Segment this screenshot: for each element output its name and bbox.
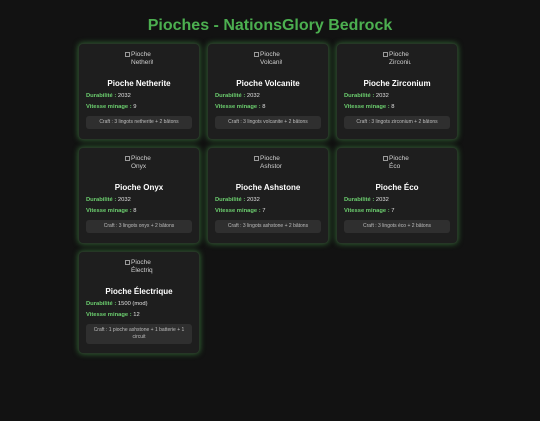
durability-row: Durabilité : 2032	[215, 197, 260, 203]
durability-row: Durabilité : 2032	[86, 93, 131, 99]
speed-row: Vitesse minage : 8	[86, 208, 137, 214]
broken-image: Pioche Électrique	[125, 259, 153, 283]
card-name: Pioche Netherite	[107, 79, 171, 88]
craft-recipe: Craft : 3 lingots ashstone + 2 bâtons	[215, 220, 321, 233]
speed-row: Vitesse minage : 9	[86, 104, 137, 110]
card-name: Pioche Électrique	[105, 287, 173, 296]
durability-row: Durabilité : 1500 (mod)	[86, 301, 148, 307]
pickaxe-card-eco: Pioche Éco Pioche Éco Durabilité : 2032 …	[336, 147, 458, 244]
craft-recipe: Craft : 3 lingots zirconium + 2 bâtons	[344, 116, 450, 129]
durability-row: Durabilité : 2032	[344, 93, 389, 99]
broken-image-icon	[125, 156, 130, 161]
pickaxe-card-volcanite: Pioche Volcanite Pioche Volcanite Durabi…	[207, 43, 329, 140]
pickaxe-card-onyx: Pioche Onyx Pioche Onyx Durabilité : 203…	[78, 147, 200, 244]
durability-row: Durabilité : 2032	[344, 197, 389, 203]
broken-image-icon	[125, 260, 130, 265]
broken-image: Pioche Zirconium	[383, 51, 411, 75]
speed-row: Vitesse minage : 7	[215, 208, 266, 214]
durability-row: Durabilité : 2032	[86, 197, 131, 203]
broken-image-icon	[125, 52, 130, 57]
craft-recipe: Craft : 3 lingots éco + 2 bâtons	[344, 220, 450, 233]
broken-image-icon	[254, 156, 259, 161]
broken-image: Pioche Volcanite	[254, 51, 282, 75]
speed-row: Vitesse minage : 8	[344, 104, 395, 110]
craft-recipe: Craft : 3 lingots onyx + 2 bâtons	[86, 220, 192, 233]
craft-recipe: Craft : 1 pioche ashstone + 1 batterie +…	[86, 324, 192, 344]
speed-row: Vitesse minage : 12	[86, 312, 140, 318]
speed-row: Vitesse minage : 7	[344, 208, 395, 214]
card-name: Pioche Volcanite	[236, 79, 300, 88]
pickaxe-card-ashstone: Pioche Ashstone Pioche Ashstone Durabili…	[207, 147, 329, 244]
craft-recipe: Craft : 3 lingots netherite + 2 bâtons	[86, 116, 192, 129]
card-name: Pioche Zirconium	[363, 79, 431, 88]
broken-image: Pioche Netherite	[125, 51, 153, 75]
card-name: Pioche Éco	[375, 183, 419, 192]
broken-image: Pioche Onyx	[125, 155, 153, 179]
broken-image-icon	[383, 156, 388, 161]
card-name: Pioche Ashstone	[235, 183, 301, 192]
pickaxe-card-zirconium: Pioche Zirconium Pioche Zirconium Durabi…	[336, 43, 458, 140]
pickaxe-card-electrique: Pioche Électrique Pioche Électrique Dura…	[78, 251, 200, 354]
durability-row: Durabilité : 2032	[215, 93, 260, 99]
broken-image-icon	[254, 52, 259, 57]
page-title: Pioches - NationsGlory Bedrock	[147, 17, 393, 34]
speed-row: Vitesse minage : 8	[215, 104, 266, 110]
pickaxe-card-netherite: Pioche Netherite Pioche Netherite Durabi…	[78, 43, 200, 140]
broken-image: Pioche Éco	[383, 155, 411, 179]
broken-image: Pioche Ashstone	[254, 155, 282, 179]
card-name: Pioche Onyx	[114, 183, 164, 192]
craft-recipe: Craft : 3 lingots volcanite + 2 bâtons	[215, 116, 321, 129]
pickaxe-grid: Pioche Netherite Pioche Netherite Durabi…	[78, 43, 458, 354]
broken-image-icon	[383, 52, 388, 57]
